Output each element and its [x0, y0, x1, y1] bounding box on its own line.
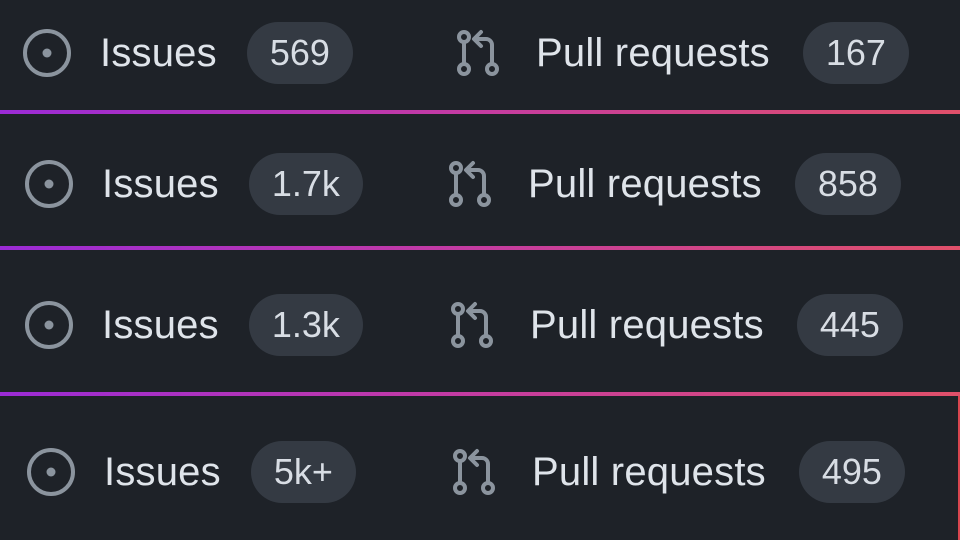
issues-label: Issues: [104, 449, 221, 494]
pull-requests-count-badge: 167: [802, 22, 909, 84]
issues-count-badge: 1.3k: [248, 294, 363, 356]
pull-requests-count-badge: 858: [794, 153, 901, 215]
repo-row-2: Issues 1.7k Pull requests 858: [0, 114, 960, 246]
issues-label: Issues: [100, 30, 217, 75]
pull-requests-label: Pull requests: [536, 30, 770, 75]
issue-opened-icon: [22, 28, 72, 78]
issues-link[interactable]: Issues 1.3k: [24, 293, 363, 357]
issues-link[interactable]: Issues 569: [22, 21, 353, 85]
issue-opened-icon: [26, 447, 76, 497]
issues-count-badge: 5k+: [250, 441, 356, 503]
issues-count-badge: 569: [246, 22, 353, 84]
issues-link[interactable]: Issues 5k+: [26, 440, 356, 504]
repo-row-1: Issues 569 Pull requests 167: [0, 0, 960, 110]
git-pull-request-icon: [447, 159, 495, 209]
pull-requests-link[interactable]: Pull requests 858: [447, 152, 901, 216]
issues-link[interactable]: Issues 1.7k: [24, 152, 363, 216]
git-pull-request-icon: [455, 28, 503, 78]
pull-requests-label: Pull requests: [528, 161, 762, 206]
git-pull-request-icon: [451, 447, 499, 497]
pull-requests-count-badge: 495: [798, 441, 905, 503]
issues-label: Issues: [102, 302, 219, 347]
pull-requests-link[interactable]: Pull requests 495: [451, 440, 905, 504]
issues-count-badge: 1.7k: [248, 153, 363, 215]
pull-requests-link[interactable]: Pull requests 445: [449, 293, 903, 357]
issues-label: Issues: [102, 161, 219, 206]
pull-requests-link[interactable]: Pull requests 167: [455, 21, 909, 85]
issue-opened-icon: [24, 159, 74, 209]
repo-row-4: Issues 5k+ Pull requests 495: [0, 396, 960, 540]
repo-row-3: Issues 1.3k Pull requests 445: [0, 250, 960, 392]
issue-opened-icon: [24, 300, 74, 350]
pull-requests-count-badge: 445: [796, 294, 903, 356]
pull-requests-label: Pull requests: [532, 449, 766, 494]
pull-requests-label: Pull requests: [530, 302, 764, 347]
git-pull-request-icon: [449, 300, 497, 350]
